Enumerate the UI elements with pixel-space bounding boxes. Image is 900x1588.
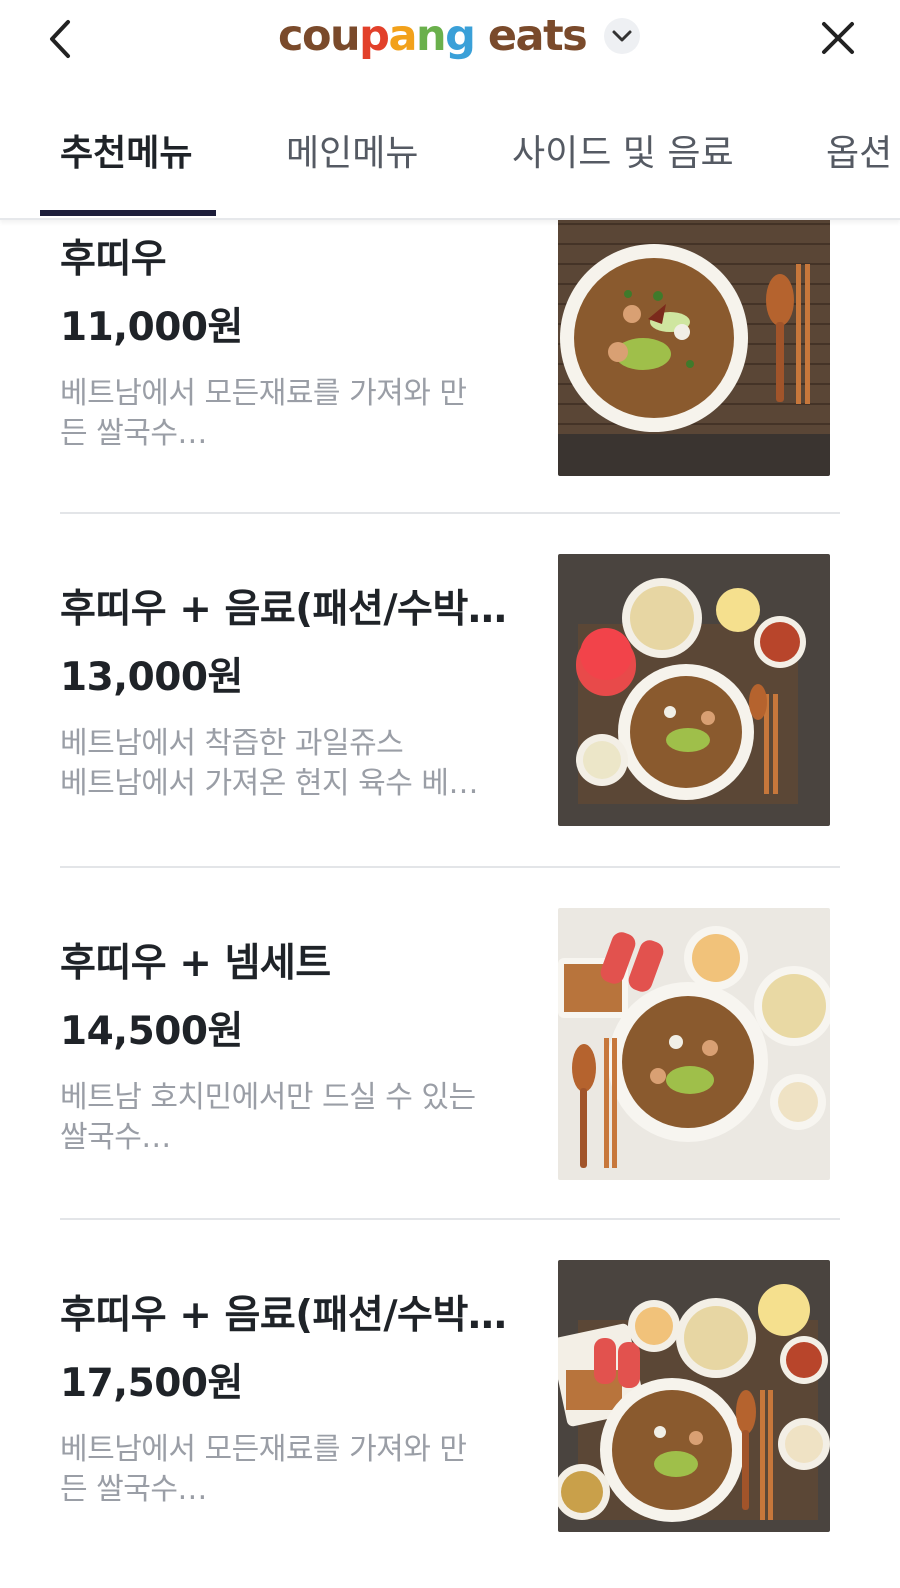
close-icon (822, 22, 854, 54)
pho-full-set-photo (558, 1260, 830, 1532)
logo-letter: n (415, 10, 447, 61)
menu-item-description: 베트남에서 착즙한 과일쥬스 베트남에서 가져온 현지 육수 베… (60, 726, 478, 801)
menu-item[interactable]: 후띠우 + 넴세트 14,500원 베트남 호치민에서만 드실 수 있는 쌀국수… (60, 908, 840, 1180)
menu-item-name: 후띠우 + 음료(패션/수박… (60, 587, 507, 632)
chevron-down-icon (604, 18, 641, 54)
menu-item-name: 후띠우 + 음료(패션/수박… (60, 1293, 507, 1338)
top-bar: coupang eats (0, 0, 900, 80)
logo-letter: c (278, 10, 304, 61)
tab-recommended[interactable]: 추천메뉴 (60, 124, 192, 176)
logo-letter: u (330, 10, 361, 61)
logo-letter: o (302, 10, 332, 61)
pho-bowl-photo (558, 218, 830, 476)
logo-letter: p (359, 10, 390, 61)
menu-item[interactable]: 후띠우 + 음료(패션/수박… 13,000원 베트남에서 착즙한 과일쥬스 베… (60, 554, 840, 826)
brand-switcher[interactable]: coupang eats (278, 6, 641, 66)
menu-item-name: 후띠우 (60, 237, 167, 282)
divider (60, 866, 840, 868)
logo-letter: t (543, 10, 564, 61)
tab-sides-drinks[interactable]: 사이드 및 음료 (512, 124, 734, 176)
close-button[interactable] (812, 12, 864, 64)
category-tabs: 추천메뉴 메인메뉴 사이드 및 음료 옵션 (0, 80, 900, 220)
back-button[interactable] (40, 12, 88, 64)
chevron-left-icon (50, 20, 70, 58)
menu-item-price: 14,500원 (60, 1009, 243, 1054)
menu-item-name: 후띠우 + 넴세트 (60, 941, 331, 986)
tab-main-menu[interactable]: 메인메뉴 (286, 124, 418, 176)
active-tab-indicator (40, 210, 216, 216)
logo-letter: a (388, 10, 417, 61)
menu-item[interactable]: 후띠우 11,000원 베트남에서 모든재료를 가져와 만 든 쌀국수… (60, 218, 840, 476)
menu-item-price: 11,000원 (60, 305, 243, 350)
menu-item-price: 17,500원 (60, 1361, 243, 1406)
pho-with-drink-photo (558, 554, 830, 826)
tab-options[interactable]: 옵션 (826, 124, 892, 176)
pho-with-nem-set-photo (558, 908, 830, 1180)
menu-item-description: 베트남 호치민에서만 드실 수 있는 쌀국수… (60, 1080, 476, 1155)
menu-list: 후띠우 11,000원 베트남에서 모든재료를 가져와 만 든 쌀국수… 후띠우… (0, 218, 900, 1588)
divider (60, 1218, 840, 1220)
menu-item[interactable]: 후띠우 + 음료(패션/수박… 17,500원 베트남에서 모든재료를 가져와 … (60, 1260, 840, 1532)
logo-letter: s (562, 10, 588, 61)
menu-screen: coupang eats 추천메뉴 메인메뉴 사이드 및 음료 옵션 후띠우 1… (0, 0, 900, 1588)
logo-letter (474, 11, 487, 61)
logo-letter: e (487, 10, 517, 61)
coupang-eats-logo: coupang eats (278, 14, 588, 58)
divider (60, 512, 840, 514)
logo-letter: g (445, 10, 476, 61)
menu-item-price: 13,000원 (60, 655, 243, 700)
menu-item-description: 베트남에서 모든재료를 가져와 만 든 쌀국수… (60, 376, 467, 451)
menu-item-description: 베트남에서 모든재료를 가져와 만 든 쌀국수… (60, 1432, 467, 1507)
logo-letter: a (515, 10, 545, 61)
